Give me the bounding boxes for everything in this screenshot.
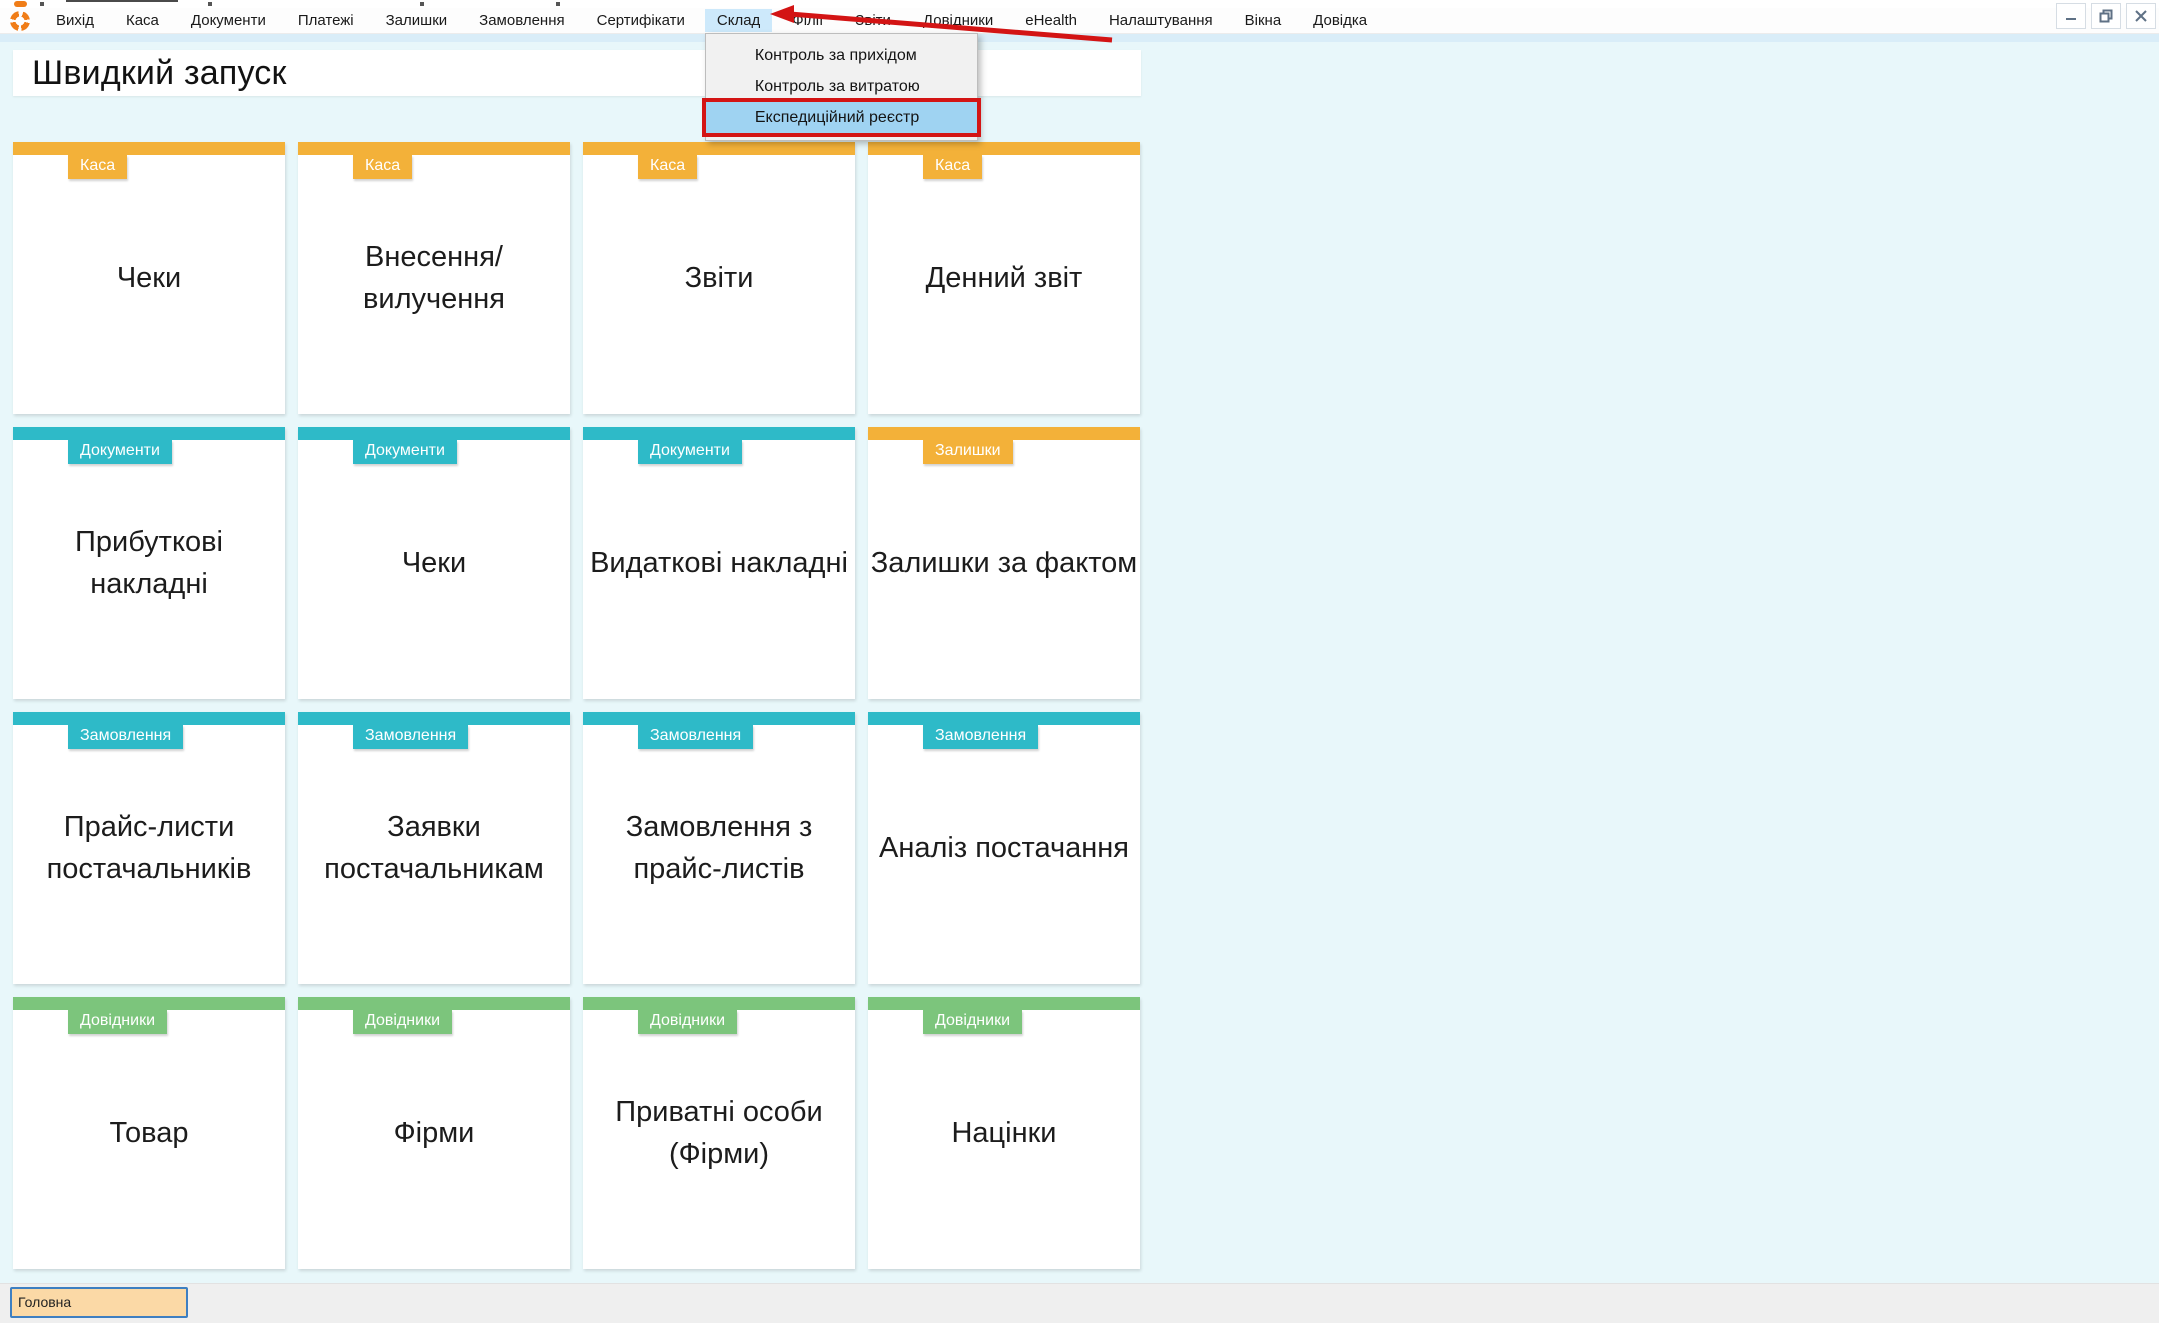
main-content: Швидкий запуск КасаЧекиКасаВнесення/вилу… [0,34,2159,1283]
menubar-item-Налаштування[interactable]: Налаштування [1097,9,1225,32]
close-icon [2134,9,2148,23]
menubar-item-Філії[interactable]: Філії [780,9,835,32]
menubar-item-Склад[interactable]: Склад Контроль за прихідомКонтроль за ви… [705,9,772,32]
tile-label: Чеки [13,142,285,414]
tile-label: Товар [13,997,285,1269]
tile-Приватні особи (Фірми)[interactable]: ДовідникиПриватні особи (Фірми) [583,997,855,1269]
restore-icon [2099,9,2113,23]
tile-Денний звіт[interactable]: КасаДенний звіт [868,142,1140,414]
menubar-item-Замовлення[interactable]: Замовлення [467,9,576,32]
tile-Заявки постачальникам[interactable]: ЗамовленняЗаявки постачальникам [298,712,570,984]
restore-button[interactable] [2091,3,2121,29]
page-title: Швидкий запуск [32,54,287,93]
tile-label: Прибуткові накладні [13,427,285,699]
dropdown-item-Контроль за прихідом[interactable]: Контроль за прихідом [706,40,977,71]
dropdown-item-Контроль за витратою[interactable]: Контроль за витратою [706,71,977,102]
menubar-item-Вікна[interactable]: Вікна [1233,9,1294,32]
menubar-item-Залишки[interactable]: Залишки [374,9,460,32]
close-button[interactable] [2126,3,2156,29]
quick-launch-grid: КасаЧекиКасаВнесення/вилученняКасаЗвітиК… [13,142,1140,1269]
sklad-dropdown-menu: Контроль за прихідомКонтроль за витратою… [705,33,978,141]
menubar-item-Платежі[interactable]: Платежі [286,9,366,32]
dropdown-item-Експедиційний реєстр[interactable]: Експедиційний реєстр [706,102,977,133]
tile-Фірми[interactable]: ДовідникиФірми [298,997,570,1269]
tile-Націнки[interactable]: ДовідникиНацінки [868,997,1140,1269]
tile-Чеки[interactable]: ДокументиЧеки [298,427,570,699]
tile-Видаткові накладні[interactable]: ДокументиВидаткові накладні [583,427,855,699]
menubar-item-Каса[interactable]: Каса [114,9,171,32]
menubar-item-Вихід[interactable]: Вихід [44,9,106,32]
tile-label: Замовлення з прайс-листів [583,712,855,984]
tab-golovna[interactable]: Головна [10,1287,188,1318]
tile-Залишки за фактом[interactable]: ЗалишкиЗалишки за фактом [868,427,1140,699]
menubar-item-Документи[interactable]: Документи [179,9,278,32]
menubar-item-Довідка[interactable]: Довідка [1301,9,1379,32]
menubar-item-Довідники[interactable]: Довідники [911,9,1005,32]
tile-label: Приватні особи (Фірми) [583,997,855,1269]
tile-label: Фірми [298,997,570,1269]
minimize-button[interactable] [2056,3,2086,29]
tile-label: Денний звіт [868,142,1140,414]
window-controls [2056,3,2156,29]
menu-items: Вихід Каса Документи Платежі Залишки Замовлен… [44,8,1379,33]
tile-label: Націнки [868,997,1140,1269]
tile-Аналіз постачання[interactable]: ЗамовленняАналіз постачання [868,712,1140,984]
minimize-icon [2064,9,2078,23]
tile-Звіти[interactable]: КасаЗвіти [583,142,855,414]
tile-Товар[interactable]: ДовідникиТовар [13,997,285,1269]
menubar-item-Звіти[interactable]: Звіти [843,9,903,32]
tile-label: Чеки [298,427,570,699]
tile-Замовлення з прайс-листів[interactable]: ЗамовленняЗамовлення з прайс-листів [583,712,855,984]
menubar-item-Сертифікати[interactable]: Сертифікати [585,9,697,32]
cropped-logo-fragment [14,1,27,7]
status-bar: Головна [0,1283,2159,1323]
app-logo-icon [10,11,30,31]
tile-Чеки[interactable]: КасаЧеки [13,142,285,414]
tile-label: Аналіз постачання [868,712,1140,984]
tile-label: Звіти [583,142,855,414]
tile-Прайс-листи постачальників[interactable]: ЗамовленняПрайс-листи постачальників [13,712,285,984]
tile-label: Прайс-листи постачальників [13,712,285,984]
tile-label: Залишки за фактом [868,427,1140,699]
tile-Прибуткові накладні[interactable]: ДокументиПрибуткові накладні [13,427,285,699]
tile-label: Заявки постачальникам [298,712,570,984]
cropped-titlebar-strip [0,0,2159,8]
tile-label: Внесення/вилучення [298,142,570,414]
menubar-item-eHealth[interactable]: eHealth [1013,9,1089,32]
tile-Внесення/вилучення[interactable]: КасаВнесення/вилучення [298,142,570,414]
menu-bar: Вихід Каса Документи Платежі Залишки Замовлен… [0,8,2159,34]
tile-label: Видаткові накладні [583,427,855,699]
